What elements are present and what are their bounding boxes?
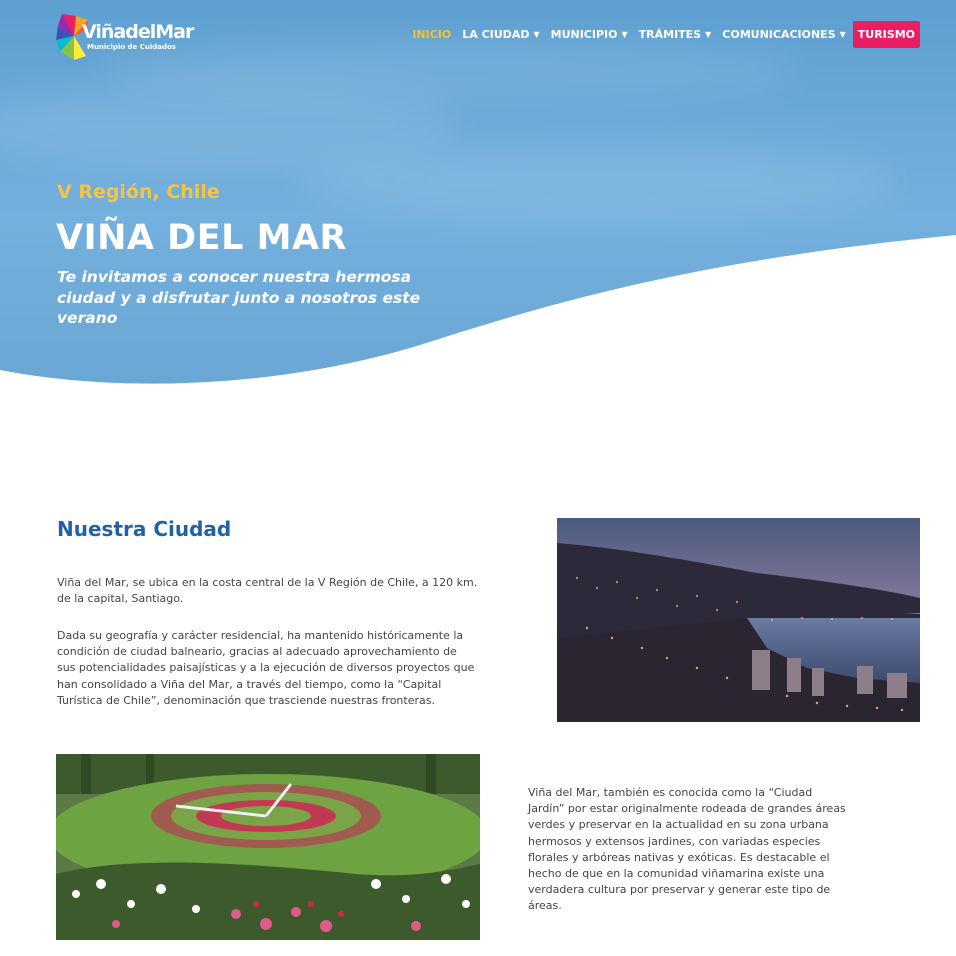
hero-title: VIÑA DEL MAR <box>56 218 347 258</box>
nav-item-inicio[interactable]: INICIO <box>412 28 451 41</box>
nav-item-tramites[interactable]: TRÁMITES ▼ <box>639 28 712 41</box>
hero-subtitle: Te invitamos a conocer nuestra hermosa c… <box>57 268 421 327</box>
nav-item-la-ciudad[interactable]: LA CIUDAD ▼ <box>462 28 539 41</box>
flower-clock-photo <box>56 754 480 940</box>
hero-region-label: V Región, Chile <box>57 181 220 203</box>
turismo-button[interactable]: TURISMO <box>852 21 920 48</box>
caret-down-icon: ▼ <box>533 30 540 39</box>
main-nav: INICIO LA CIUDAD ▼ MUNICIPIO ▼ TRÁMITES … <box>401 21 920 48</box>
nav-item-comunicaciones[interactable]: COMUNICACIONES ▼ <box>722 28 846 41</box>
logo-subtitle: Municipio de Cuidados <box>87 43 176 51</box>
paragraph-location: Viña del Mar, se ubica en la costa centr… <box>57 576 478 606</box>
logo-wordmark: ViñadelMar <box>82 21 194 43</box>
caret-down-icon: ▼ <box>839 30 846 39</box>
section-title: Nuestra Ciudad <box>57 517 232 541</box>
paragraph-history: Dada su geografía y carácter residencial… <box>57 629 475 707</box>
caret-down-icon: ▼ <box>621 30 628 39</box>
city-night-photo <box>557 518 920 722</box>
hero-banner: ViñadelMar Municipio de Cuidados INICIO … <box>0 0 956 400</box>
caret-down-icon: ▼ <box>705 30 712 39</box>
site-logo[interactable]: ViñadelMar Municipio de Cuidados <box>56 10 194 62</box>
nav-item-municipio[interactable]: MUNICIPIO ▼ <box>551 28 628 41</box>
paragraph-garden-city: Viña del Mar, también es conocida como l… <box>528 786 846 913</box>
